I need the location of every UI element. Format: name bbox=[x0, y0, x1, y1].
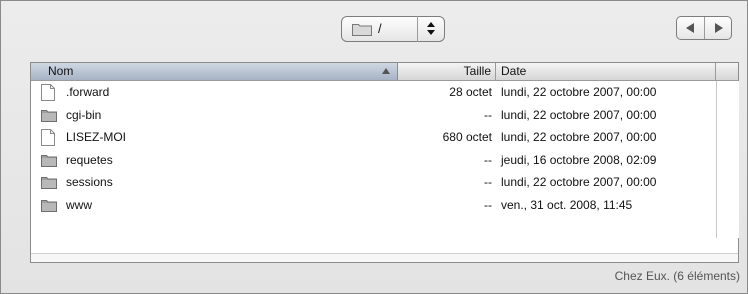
file-date: lundi, 22 octobre 2007, 00:00 bbox=[501, 107, 657, 122]
folder-icon bbox=[41, 197, 57, 214]
sort-ascending-icon bbox=[382, 68, 390, 74]
folder-icon bbox=[41, 107, 57, 124]
forward-button[interactable] bbox=[703, 17, 732, 39]
horizontal-scrollbar[interactable] bbox=[31, 253, 738, 262]
file-size: -- bbox=[484, 197, 492, 212]
column-header-size[interactable]: Taille bbox=[398, 63, 496, 80]
file-date: ven., 31 oct. 2008, 11:45 bbox=[501, 197, 633, 212]
table-row[interactable]: requetes -- jeudi, 16 octobre 2008, 02:0… bbox=[31, 149, 738, 172]
file-size: 680 octet bbox=[442, 130, 492, 144]
column-header-row: Nom Taille Date bbox=[31, 63, 738, 81]
file-name: sessions bbox=[66, 175, 113, 189]
folder-icon bbox=[352, 23, 372, 36]
file-size: -- bbox=[484, 175, 492, 189]
column-header-date[interactable]: Date bbox=[496, 63, 716, 80]
file-date: lundi, 22 octobre 2007, 00:00 bbox=[501, 85, 657, 99]
column-header-name-label: Nom bbox=[48, 64, 74, 78]
folder-icon bbox=[41, 174, 57, 191]
status-bar-text: Chez Eux. (6 éléments) bbox=[614, 269, 740, 283]
chevron-right-icon bbox=[714, 23, 723, 33]
file-date: jeudi, 16 octobre 2008, 02:09 bbox=[501, 152, 657, 167]
table-row[interactable]: www -- ven., 31 oct. 2008, 11:45 bbox=[31, 194, 738, 217]
file-date: lundi, 22 octobre 2007, 00:00 bbox=[501, 130, 657, 144]
file-rows: .forward 28 octet lundi, 22 octobre 2007… bbox=[31, 81, 738, 216]
file-name: .forward bbox=[66, 85, 110, 99]
file-list: Nom Taille Date .forward 28 octet lundi,… bbox=[30, 62, 739, 263]
vertical-scrollbar[interactable] bbox=[716, 81, 739, 238]
back-forward-control bbox=[676, 16, 732, 40]
path-label: / bbox=[378, 21, 382, 36]
chevron-left-icon bbox=[686, 23, 694, 33]
popup-arrows-icon bbox=[417, 16, 444, 42]
file-size: -- bbox=[484, 107, 492, 122]
file-size: -- bbox=[484, 152, 492, 167]
table-row[interactable]: cgi-bin -- lundi, 22 octobre 2007, 00:00 bbox=[31, 104, 738, 127]
file-name: requetes bbox=[66, 152, 113, 167]
file-size: 28 octet bbox=[449, 85, 492, 99]
file-name: cgi-bin bbox=[66, 107, 102, 122]
document-icon bbox=[41, 129, 57, 146]
file-name: www bbox=[66, 197, 92, 212]
column-header-spacer bbox=[716, 63, 738, 80]
back-button[interactable] bbox=[677, 17, 704, 39]
document-icon bbox=[41, 84, 57, 101]
table-row[interactable]: .forward 28 octet lundi, 22 octobre 2007… bbox=[31, 81, 738, 104]
file-date: lundi, 22 octobre 2007, 00:00 bbox=[501, 175, 657, 189]
column-header-name[interactable]: Nom bbox=[31, 63, 398, 80]
file-browser-window: / Nom Taille Date .forward 28 octet lund… bbox=[0, 0, 748, 294]
folder-icon bbox=[41, 152, 57, 169]
table-row[interactable]: sessions -- lundi, 22 octobre 2007, 00:0… bbox=[31, 171, 738, 194]
table-row[interactable]: LISEZ-MOI 680 octet lundi, 22 octobre 20… bbox=[31, 126, 738, 149]
file-name: LISEZ-MOI bbox=[66, 130, 127, 144]
path-popup-button[interactable]: / bbox=[341, 16, 445, 42]
